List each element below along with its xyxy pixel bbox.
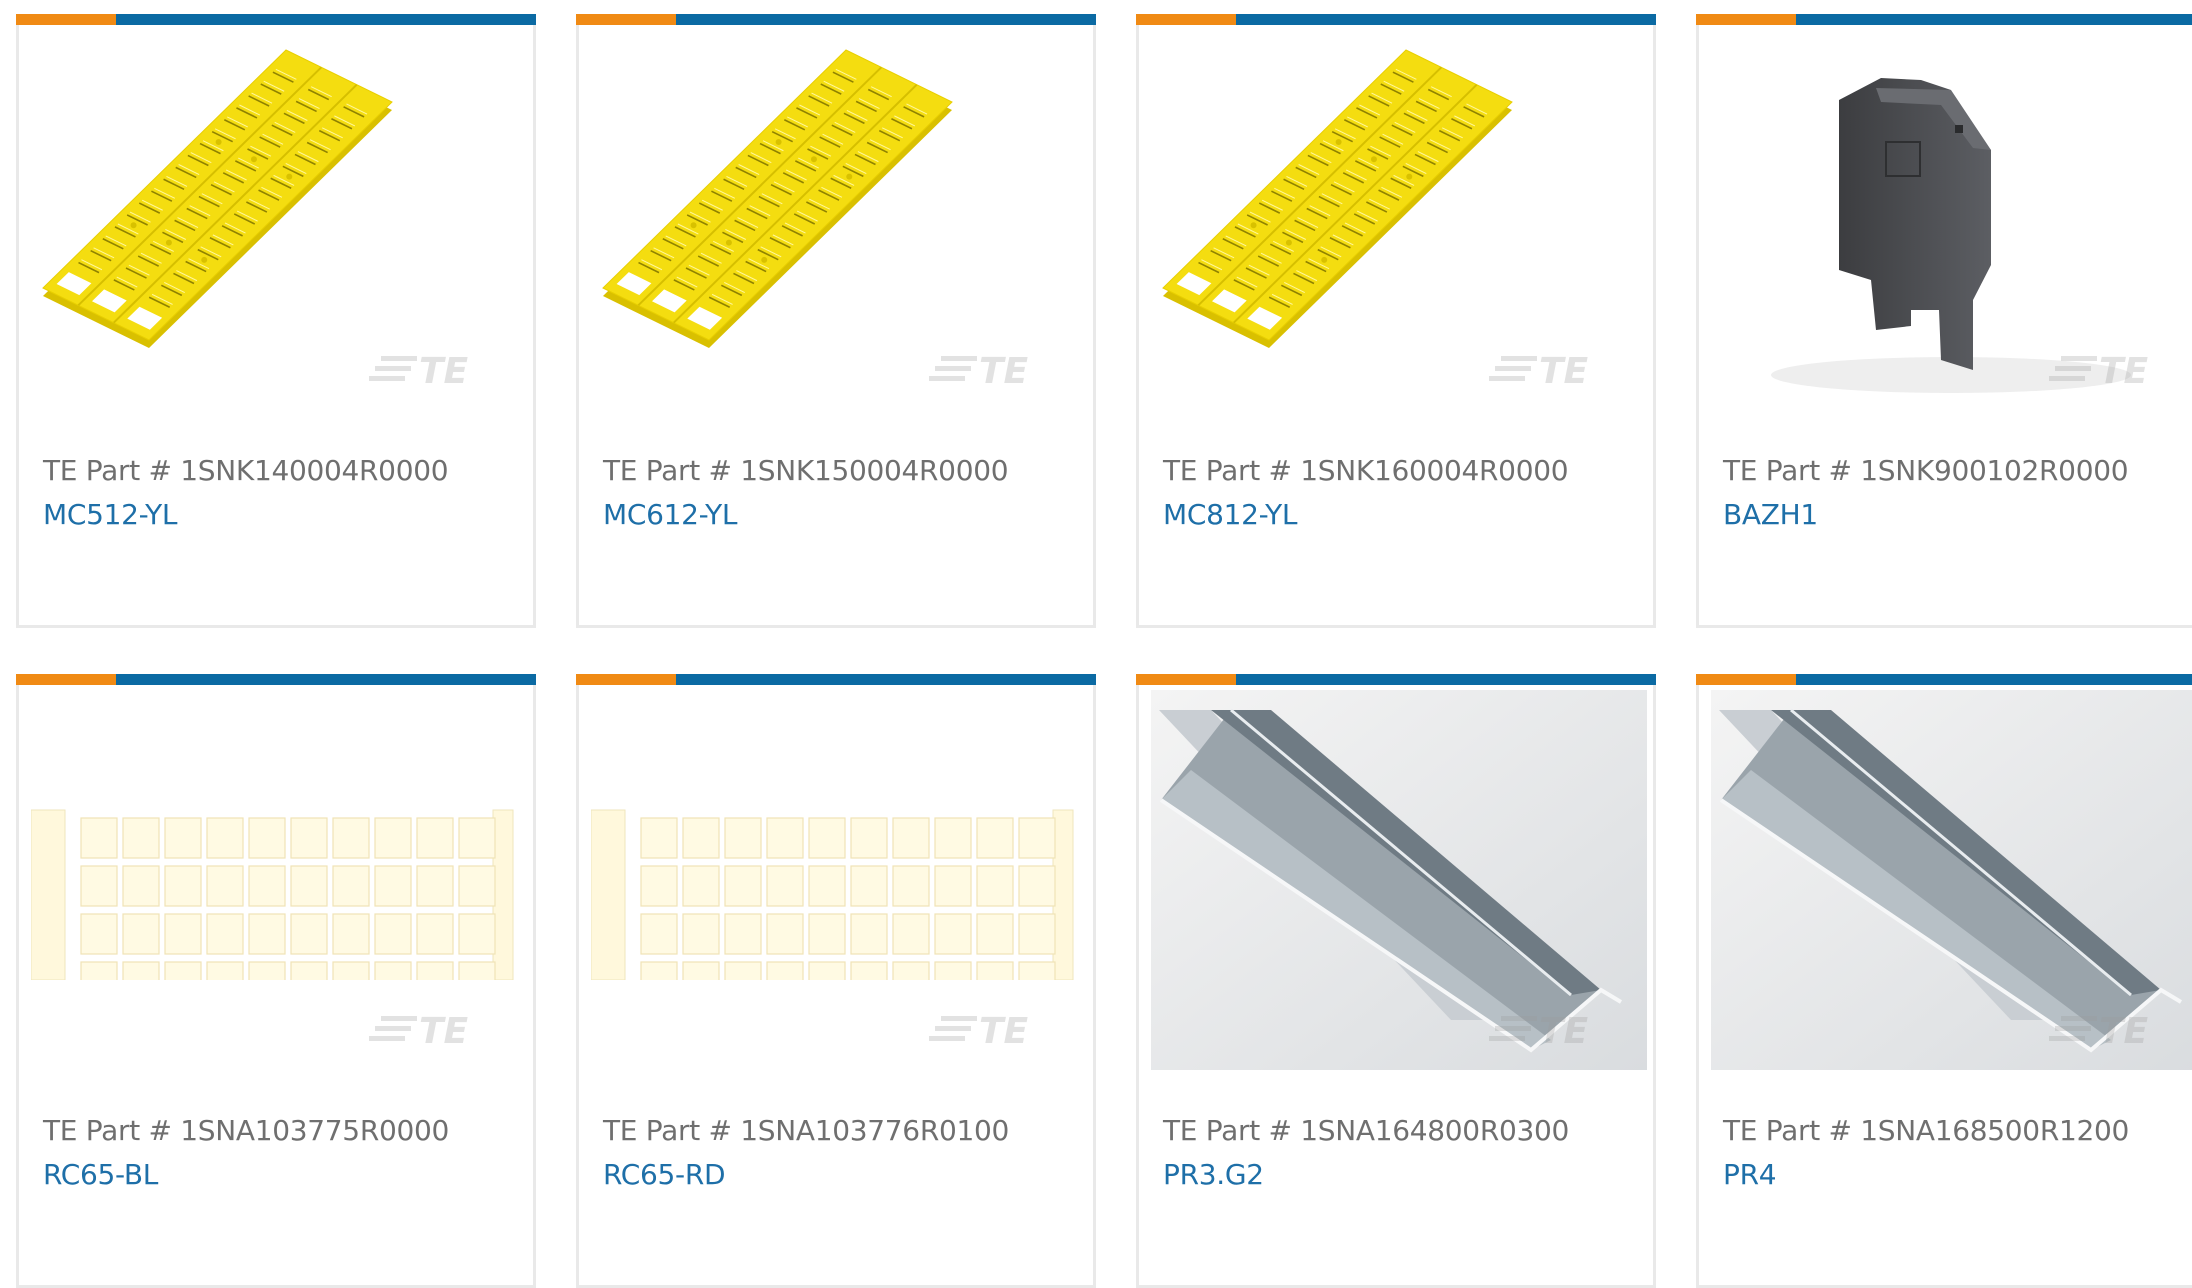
product-name-link[interactable]: PR4	[1723, 1158, 1777, 1191]
svg-text:TE: TE	[979, 351, 1029, 392]
product-card[interactable]: TE TE Part # 1SNK150004R0000 MC612-YL	[576, 14, 1096, 628]
part-number: TE Part # 1SNA103775R0000	[43, 1114, 450, 1147]
part-number: TE Part # 1SNK900102R0000	[1723, 454, 2129, 487]
product-image[interactable]: TE	[1711, 30, 2192, 410]
product-card[interactable]: TE TE Part # 1SNA168500R1200 PR4	[1696, 674, 2192, 1288]
product-image[interactable]: TE	[31, 30, 527, 410]
product-image[interactable]: TE	[1151, 30, 1647, 410]
part-number: TE Part # 1SNA103776R0100	[603, 1114, 1010, 1147]
part-number: TE Part # 1SNK160004R0000	[1163, 454, 1569, 487]
product-image[interactable]: TE	[1151, 690, 1647, 1070]
product-name-link[interactable]: BAZH1	[1723, 498, 1818, 531]
part-number: TE Part # 1SNK150004R0000	[603, 454, 1009, 487]
product-card[interactable]: TE TE Part # 1SNA103775R0000 RC65-BL	[16, 674, 536, 1288]
product-name-link[interactable]: RC65-RD	[603, 1158, 726, 1191]
card-accent-bar	[576, 674, 1096, 685]
product-card[interactable]: TE TE Part # 1SNK140004R0000 MC512-YL	[16, 14, 536, 628]
product-name-link[interactable]: MC612-YL	[603, 498, 738, 531]
card-accent-bar	[1136, 14, 1656, 25]
product-name-link[interactable]: MC812-YL	[1163, 498, 1298, 531]
product-name-link[interactable]: PR3.G2	[1163, 1158, 1264, 1191]
product-card[interactable]: TE TE Part # 1SNK900102R0000 BAZH1	[1696, 14, 2192, 628]
svg-text:TE: TE	[979, 1011, 1029, 1052]
te-watermark-logo: TE	[369, 351, 469, 392]
te-watermark-logo: TE	[929, 351, 1029, 392]
part-number: TE Part # 1SNA164800R0300	[1163, 1114, 1570, 1147]
product-grid: TE TE Part # 1SNK140004R0000 MC512-YL TE…	[16, 14, 2192, 1288]
product-image[interactable]: TE	[1711, 690, 2192, 1070]
svg-text:TE: TE	[1539, 1011, 1589, 1052]
product-card[interactable]: TE TE Part # 1SNK160004R0000 MC812-YL	[1136, 14, 1656, 628]
svg-text:TE: TE	[1539, 351, 1589, 392]
svg-text:TE: TE	[2099, 351, 2149, 392]
product-image[interactable]: TE	[31, 690, 527, 1070]
svg-text:TE: TE	[419, 1011, 469, 1052]
product-name-link[interactable]: RC65-BL	[43, 1158, 158, 1191]
card-accent-bar	[1696, 14, 2192, 25]
product-name-link[interactable]: MC512-YL	[43, 498, 178, 531]
product-card[interactable]: TE TE Part # 1SNA164800R0300 PR3.G2	[1136, 674, 1656, 1288]
card-accent-bar	[1136, 674, 1656, 685]
card-accent-bar	[1696, 674, 2192, 685]
svg-text:TE: TE	[2099, 1011, 2149, 1052]
card-accent-bar	[16, 674, 536, 685]
part-number: TE Part # 1SNK140004R0000	[43, 454, 449, 487]
product-card[interactable]: TE TE Part # 1SNA103776R0100 RC65-RD	[576, 674, 1096, 1288]
card-accent-bar	[576, 14, 1096, 25]
te-watermark-logo: TE	[1489, 351, 1589, 392]
part-number: TE Part # 1SNA168500R1200	[1723, 1114, 2130, 1147]
product-image[interactable]: TE	[591, 690, 1087, 1070]
card-accent-bar	[16, 14, 536, 25]
svg-text:TE: TE	[419, 351, 469, 392]
product-image[interactable]: TE	[591, 30, 1087, 410]
